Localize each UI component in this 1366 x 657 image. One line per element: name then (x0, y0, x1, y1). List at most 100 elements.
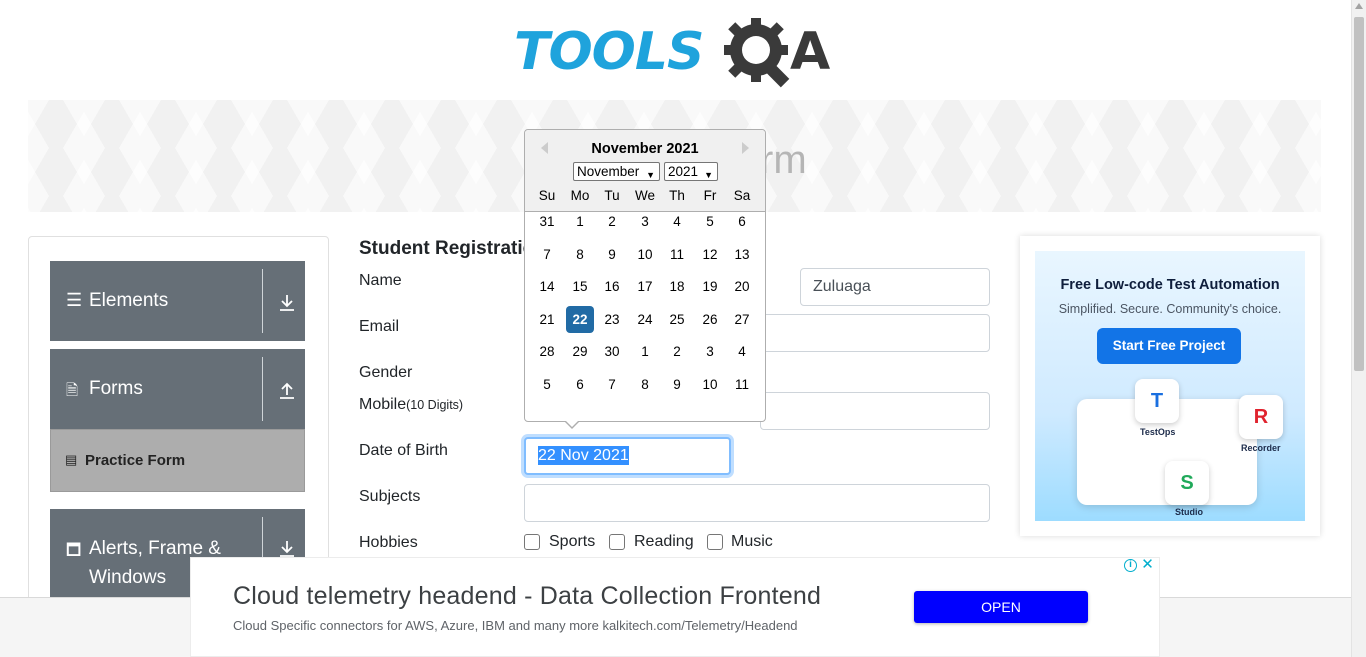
day-cell[interactable]: 16 (598, 273, 626, 300)
day-cell[interactable]: 1 (566, 208, 594, 235)
day-cell[interactable]: 18 (663, 273, 691, 300)
day-cell[interactable]: 17 (631, 273, 659, 300)
upload-arrow-icon[interactable] (278, 382, 296, 400)
year-select[interactable]: 2021 ▼ (664, 162, 718, 181)
ad-bottom-subline: Cloud Specific connectors for AWS, Azure… (233, 618, 798, 633)
page-scrollbar[interactable] (1351, 0, 1366, 657)
day-cell[interactable]: 21 (533, 306, 561, 333)
day-cell[interactable]: 24 (631, 306, 659, 333)
ad-info-icon[interactable]: i (1124, 559, 1137, 572)
day-cell[interactable]: 8 (631, 371, 659, 398)
divider (262, 357, 263, 421)
hobby-reading-label[interactable]: Reading (634, 533, 694, 551)
day-cell[interactable]: 19 (696, 273, 724, 300)
form-title: Student Registratio (359, 238, 535, 259)
day-cell[interactable]: 26 (696, 306, 724, 333)
toolsqa-logo[interactable]: TOOLS A (514, 14, 838, 90)
ad-close-icon[interactable]: ✕ (1140, 557, 1155, 573)
download-arrow-icon[interactable] (278, 294, 296, 312)
month-select-value: November (577, 164, 640, 179)
email-label: Email (359, 318, 400, 335)
day-cell[interactable]: 25 (663, 306, 691, 333)
day-cell[interactable]: 9 (598, 241, 626, 268)
day-cell[interactable]: 6 (566, 371, 594, 398)
weekday-header: Th (669, 188, 685, 203)
datepicker-popup: November 2021 November ▼ 2021 ▼ Su Mo Tu We Th… (524, 129, 766, 422)
ad-right-headline: Free Low-code Test Automation (1060, 277, 1280, 293)
day-cell[interactable]: 29 (566, 338, 594, 365)
hobby-music-checkbox[interactable] (707, 534, 723, 550)
subjects-input[interactable] (524, 484, 990, 522)
day-cell[interactable]: 13 (728, 241, 756, 268)
logo-text: TOOLS (514, 22, 704, 82)
day-cell[interactable]: 5 (533, 371, 561, 398)
day-cell[interactable]: 9 (663, 371, 691, 398)
day-cell[interactable]: 10 (696, 371, 724, 398)
hobby-sports-checkbox[interactable] (524, 534, 540, 550)
chevron-down-icon: ▼ (646, 170, 655, 180)
hobby-sports-label[interactable]: Sports (549, 533, 595, 551)
day-cell[interactable]: 3 (631, 208, 659, 235)
chevron-down-icon: ▼ (704, 170, 713, 180)
mobile-hint: (10 Digits) (406, 398, 464, 412)
day-cell[interactable]: 12 (696, 241, 724, 268)
scroll-thumb[interactable] (1354, 17, 1364, 371)
scroll-up-icon[interactable] (1355, 3, 1363, 9)
day-cell[interactable]: 1 (631, 338, 659, 365)
ad-right[interactable]: Free Low-code Test Automation Simplified… (1020, 236, 1320, 536)
day-cell[interactable]: 11 (728, 371, 756, 398)
testops-icon: T (1135, 379, 1179, 423)
sidebar-group-forms[interactable]: 🗎 Forms (50, 349, 305, 429)
day-cell[interactable]: 7 (598, 371, 626, 398)
sidebar-group-elements[interactable]: ☰ Elements (50, 261, 305, 341)
day-cell[interactable]: 7 (533, 241, 561, 268)
download-arrow-icon[interactable] (278, 540, 296, 558)
day-cell[interactable]: 2 (663, 338, 691, 365)
window-icon: 🗖 (66, 542, 82, 559)
mobile-label-text: Mobile (359, 396, 407, 413)
day-cell[interactable]: 3 (696, 338, 724, 365)
sidebar-item-practice-form[interactable]: ▤ Practice Form (50, 429, 305, 492)
weekday-header: Mo (570, 188, 590, 203)
dob-input[interactable]: 22 Nov 2021 (524, 437, 731, 475)
start-free-project-button[interactable]: Start Free Project (1097, 328, 1241, 364)
last-name-input[interactable]: Zuluaga (800, 268, 990, 306)
email-input[interactable] (760, 314, 990, 352)
day-cell[interactable]: 4 (663, 208, 691, 235)
testops-caption: TestOps (1140, 427, 1176, 437)
hobby-music-label[interactable]: Music (731, 533, 773, 551)
selected-day[interactable]: 22 (566, 306, 594, 333)
day-cell[interactable]: 31 (533, 208, 561, 235)
sidebar-group-label-line2: Windows (89, 567, 167, 588)
day-cell[interactable]: 8 (566, 241, 594, 268)
form-icon: ▤ (65, 452, 78, 467)
mobile-input[interactable] (760, 392, 990, 430)
weekday-header: We (634, 188, 655, 203)
ad-open-button[interactable]: OPEN (914, 591, 1088, 623)
day-cell[interactable]: 20 (728, 273, 756, 300)
ad-bottom[interactable]: i ✕ Cloud telemetry headend - Data Colle… (190, 557, 1160, 657)
day-cell[interactable]: 14 (533, 273, 561, 300)
datepicker-pointer-inner (565, 420, 579, 427)
day-cell[interactable]: 23 (598, 306, 626, 333)
dob-value: 22 Nov 2021 (538, 446, 629, 465)
day-cell[interactable]: 11 (663, 241, 691, 268)
hobby-reading-checkbox[interactable] (609, 534, 625, 550)
day-cell[interactable]: 30 (598, 338, 626, 365)
divider (262, 269, 263, 333)
recorder-icon: R (1239, 395, 1283, 439)
weekday-header: Su (538, 188, 556, 203)
day-cell[interactable]: 27 (728, 306, 756, 333)
sidebar-group-label: Elements (89, 290, 169, 311)
day-cell[interactable]: 28 (533, 338, 561, 365)
gender-label: Gender (359, 364, 413, 381)
day-cell[interactable]: 6 (728, 208, 756, 235)
ad-bottom-headline[interactable]: Cloud telemetry headend - Data Collectio… (233, 582, 821, 611)
day-cell[interactable]: 2 (598, 208, 626, 235)
day-cell[interactable]: 4 (728, 338, 756, 365)
month-select[interactable]: November ▼ (573, 162, 660, 181)
day-cell[interactable]: 10 (631, 241, 659, 268)
day-cell[interactable]: 15 (566, 273, 594, 300)
ad-right-creative[interactable]: Free Low-code Test Automation Simplified… (1035, 251, 1305, 521)
day-cell[interactable]: 5 (696, 208, 724, 235)
